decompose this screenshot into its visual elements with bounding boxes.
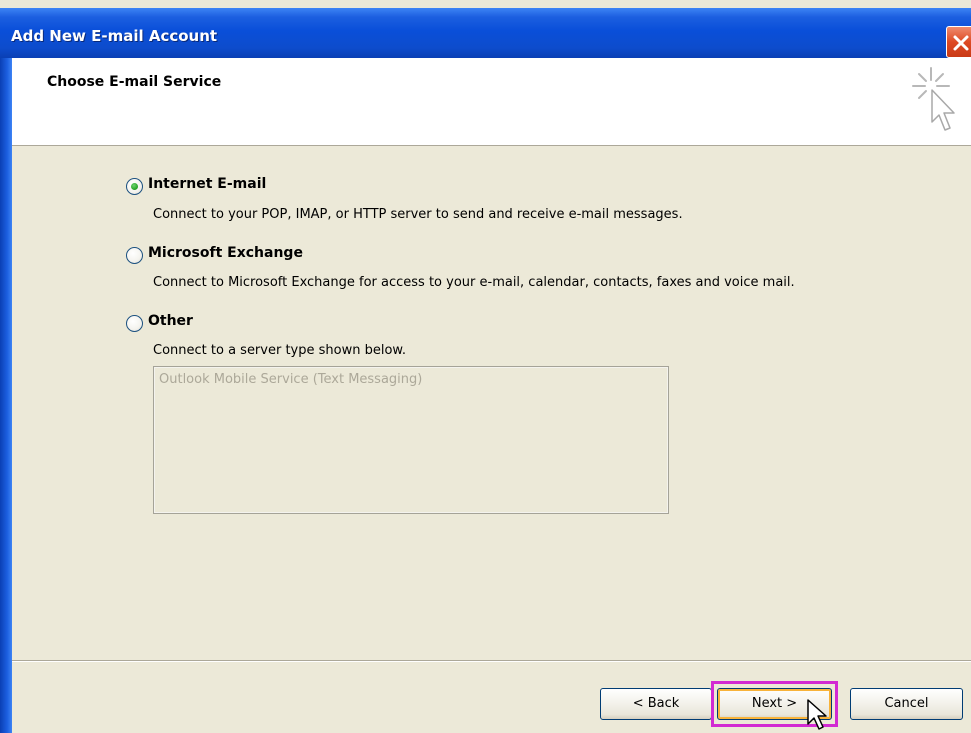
title-bar[interactable]: Add New E-mail Account	[0, 8, 971, 58]
radio-other[interactable]	[126, 315, 143, 332]
mouse-pointer-icon	[806, 698, 832, 733]
add-email-account-dialog: Add New E-mail Account Choose E-mail Ser…	[0, 0, 971, 733]
wizard-header: Choose E-mail Service	[12, 58, 971, 146]
service-options-panel: Internet E-mail Connect to your POP, IMA…	[12, 147, 971, 659]
radio-internet-email[interactable]	[126, 178, 143, 195]
close-button[interactable]	[946, 26, 971, 58]
cancel-button[interactable]: Cancel	[850, 688, 963, 720]
window-title: Add New E-mail Account	[11, 27, 218, 45]
option-description: Connect to your POP, IMAP, or HTTP serve…	[153, 207, 683, 222]
server-type-list[interactable]: Outlook Mobile Service (Text Messaging)	[153, 366, 669, 514]
window-frame-left	[0, 58, 12, 733]
option-label[interactable]: Microsoft Exchange	[148, 245, 303, 261]
option-description: Connect to a server type shown below.	[153, 343, 406, 358]
option-label[interactable]: Other	[148, 313, 193, 329]
back-button[interactable]: < Back	[600, 688, 712, 720]
list-item[interactable]: Outlook Mobile Service (Text Messaging)	[159, 372, 422, 387]
page-title: Choose E-mail Service	[47, 74, 222, 90]
option-label[interactable]: Internet E-mail	[148, 176, 266, 192]
footer-divider	[12, 660, 971, 662]
wizard-cursor-icon	[905, 64, 965, 144]
radio-microsoft-exchange[interactable]	[126, 247, 143, 264]
option-description: Connect to Microsoft Exchange for access…	[153, 275, 795, 290]
